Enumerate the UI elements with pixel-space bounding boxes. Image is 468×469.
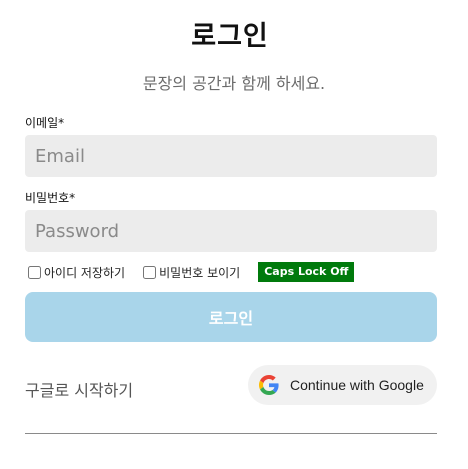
- login-button[interactable]: 로그인: [25, 292, 437, 342]
- google-icon: [259, 375, 279, 395]
- google-button-label: Continue with Google: [290, 377, 424, 393]
- password-input[interactable]: [25, 210, 437, 252]
- show-password-label: 비밀번호 보이기: [159, 265, 241, 280]
- divider: [25, 433, 437, 434]
- email-input[interactable]: [25, 135, 437, 177]
- caps-lock-badge: Caps Lock Off: [258, 262, 355, 282]
- google-start-label: 구글로 시작하기: [25, 381, 134, 400]
- show-password-checkbox[interactable]: [143, 265, 157, 279]
- show-password-option[interactable]: 비밀번호 보이기: [143, 264, 240, 281]
- login-page: 로그인 문장의 공간과 함께 하세요. 이메일* 비밀번호* 아이디 저장하기 …: [0, 0, 468, 469]
- save-id-checkbox[interactable]: [28, 265, 41, 279]
- save-id-label: 아이디 저장하기: [44, 265, 126, 280]
- save-id-option[interactable]: 아이디 저장하기: [28, 264, 125, 281]
- page-subtitle: 문장의 공간과 함께 하세요.: [142, 74, 326, 93]
- google-signin-button[interactable]: Continue with Google: [248, 365, 437, 405]
- options-row: 아이디 저장하기 비밀번호 보이기 Caps Lock Off: [28, 262, 355, 282]
- password-label: 비밀번호*: [25, 191, 76, 205]
- email-label: 이메일*: [25, 116, 65, 130]
- page-title: 로그인: [191, 21, 269, 52]
